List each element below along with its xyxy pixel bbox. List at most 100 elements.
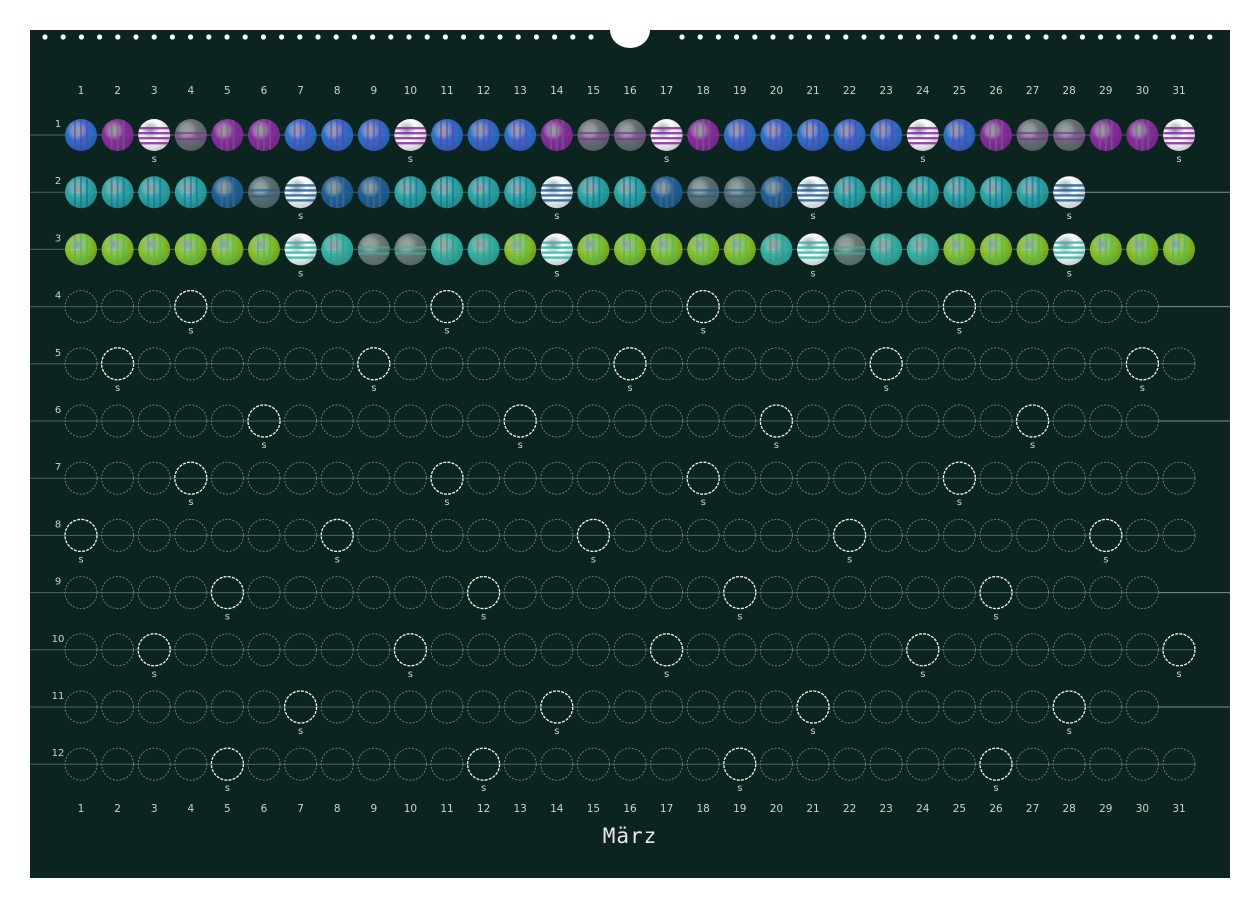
sunday-label: s — [371, 383, 376, 394]
day-number-label: 26 — [989, 85, 1003, 97]
sunday-label: s — [774, 440, 779, 451]
sunday-bead — [1053, 176, 1086, 209]
day-number-label: 5 — [224, 803, 231, 815]
sunday-bead — [284, 176, 317, 209]
day-number-label: 27 — [1026, 803, 1039, 815]
day-number-label: 28 — [1063, 85, 1076, 97]
day-number-label: 5 — [224, 85, 231, 97]
day-bead — [1016, 119, 1049, 151]
sunday-label: s — [444, 326, 449, 337]
day-number-label: 29 — [1099, 803, 1112, 815]
day-number-label: 25 — [953, 85, 966, 97]
day-number-label: 26 — [989, 803, 1003, 815]
sunday-bead — [284, 233, 317, 266]
sunday-label: s — [188, 326, 193, 337]
sunday-label: s — [993, 612, 998, 623]
sunday-bead — [906, 119, 939, 151]
sunday-label: s — [481, 783, 486, 794]
day-number-label: 31 — [1172, 85, 1185, 97]
sunday-bead — [650, 119, 683, 151]
sunday-label: s — [554, 211, 559, 222]
sunday-label: s — [225, 612, 230, 623]
month-number-label: 1 — [55, 119, 61, 130]
sunday-label: s — [810, 726, 815, 737]
sunday-label: s — [1067, 268, 1072, 279]
day-bead — [248, 176, 280, 209]
sunday-label: s — [1067, 211, 1072, 222]
day-number-label: 11 — [440, 803, 453, 815]
month-number-label: 12 — [52, 748, 65, 759]
sunday-label: s — [993, 783, 998, 794]
day-number-label: 17 — [660, 85, 673, 97]
day-number-label: 28 — [1063, 803, 1076, 815]
day-bead — [394, 233, 427, 266]
day-number-label: 15 — [587, 803, 600, 815]
sunday-bead — [394, 119, 427, 151]
day-number-label: 19 — [733, 803, 746, 815]
sunday-bead — [540, 176, 573, 209]
day-number-label: 1 — [78, 803, 85, 815]
day-number-label: 23 — [880, 85, 893, 97]
day-bead — [687, 176, 720, 209]
sunday-label: s — [737, 612, 742, 623]
day-number-label: 21 — [806, 803, 819, 815]
day-number-label: 3 — [151, 803, 158, 815]
day-bead — [1053, 119, 1086, 151]
month-number-label: 4 — [55, 291, 61, 302]
day-number-label: 20 — [770, 85, 783, 97]
day-number-label: 7 — [297, 803, 304, 815]
sunday-label: s — [1140, 383, 1145, 394]
sunday-label: s — [554, 726, 559, 737]
sunday-label: s — [810, 268, 815, 279]
sunday-label: s — [920, 154, 925, 165]
sunday-label: s — [957, 326, 962, 337]
sunday-label: s — [298, 726, 303, 737]
day-number-label: 30 — [1136, 85, 1149, 97]
sunday-label: s — [1067, 726, 1072, 737]
day-number-label: 9 — [370, 803, 377, 815]
sunday-bead — [138, 119, 171, 151]
sunday-label: s — [1030, 440, 1035, 451]
sunday-label: s — [701, 497, 706, 508]
day-number-label: 13 — [514, 85, 527, 97]
sunday-label: s — [1103, 554, 1108, 565]
day-number-label: 4 — [187, 803, 194, 815]
sunday-label: s — [737, 783, 742, 794]
day-number-label: 6 — [261, 803, 268, 815]
day-number-label: 16 — [623, 85, 637, 97]
day-number-label: 22 — [843, 803, 856, 815]
sunday-label: s — [664, 669, 669, 680]
day-number-label: 1 — [78, 85, 85, 97]
sunday-label: s — [444, 497, 449, 508]
sunday-label: s — [1176, 669, 1181, 680]
month-number-label: 2 — [55, 176, 61, 187]
day-number-label: 23 — [880, 803, 893, 815]
sunday-label: s — [408, 154, 413, 165]
sunday-label: s — [225, 783, 230, 794]
day-bead — [723, 176, 756, 209]
sunday-label: s — [920, 669, 925, 680]
day-number-label: 7 — [297, 85, 304, 97]
day-number-label: 25 — [953, 803, 966, 815]
day-number-label: 29 — [1099, 85, 1112, 97]
day-number-label: 18 — [697, 803, 710, 815]
sunday-label: s — [298, 211, 303, 222]
day-number-label: 8 — [334, 85, 341, 97]
day-number-label: 10 — [404, 803, 417, 815]
day-number-label: 3 — [151, 85, 158, 97]
sunday-label: s — [957, 497, 962, 508]
day-number-label: 17 — [660, 803, 673, 815]
day-number-label: 15 — [587, 85, 600, 97]
month-number-label: 5 — [55, 348, 61, 359]
month-number-label: 10 — [52, 634, 65, 645]
sunday-label: s — [188, 497, 193, 508]
month-number-label: 7 — [55, 462, 61, 473]
sunday-label: s — [518, 440, 523, 451]
day-number-label: 12 — [477, 85, 490, 97]
sunday-label: s — [591, 554, 596, 565]
day-number-label: 22 — [843, 85, 856, 97]
day-number-label: 9 — [370, 85, 377, 97]
sunday-label: s — [78, 554, 83, 565]
day-number-label: 14 — [550, 85, 564, 97]
day-number-label: 6 — [261, 85, 268, 97]
